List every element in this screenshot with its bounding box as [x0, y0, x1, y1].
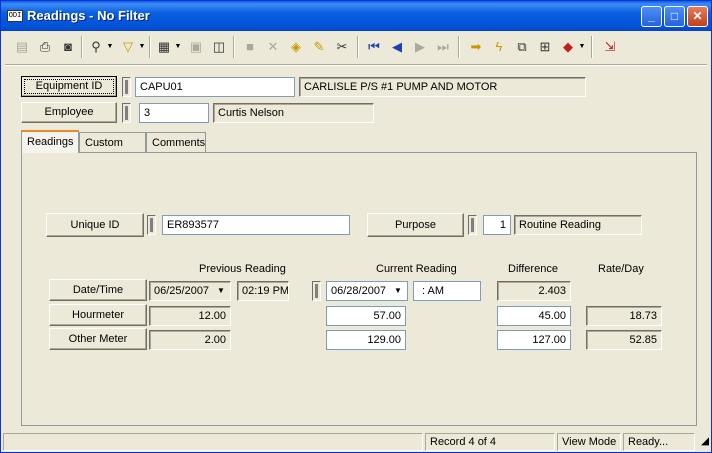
tab-comments[interactable]: Comments	[146, 132, 206, 152]
toolbar-separator	[233, 36, 235, 58]
hourmeter-rate: 18.73	[586, 306, 662, 326]
previous-date-value: 06/25/2007	[154, 285, 210, 297]
hourmeter-button[interactable]: Hourmeter	[49, 304, 147, 326]
app-icon: ODI	[7, 10, 23, 22]
new-record-icon[interactable]: ▤	[11, 36, 33, 58]
other-meter-previous: 2.00	[149, 330, 231, 350]
equipment-description: CARLISLE P/S #1 PUMP AND MOTOR	[299, 77, 586, 97]
unique-id-grip[interactable]	[147, 215, 156, 235]
books-icon[interactable]: ◆	[557, 36, 579, 58]
stack-icon[interactable]: ◈	[285, 36, 307, 58]
scissors-icon[interactable]: ✂	[331, 36, 353, 58]
print-icon[interactable]: ⎙	[34, 36, 56, 58]
copy-record-icon[interactable]: ▣	[185, 36, 207, 58]
previous-time-field: 02:19 PM	[237, 281, 289, 301]
current-date-dropdown-icon[interactable]: ▼	[391, 284, 405, 298]
other-meter-current-field[interactable]: 129.00	[326, 330, 406, 350]
window: ODI Readings - No Filter _ □ ✕ ▤ ⎙ ◙ ⚲ ▼…	[0, 0, 712, 453]
filter-icon[interactable]: ▽	[117, 36, 139, 58]
previous-record-icon[interactable]: ◀	[386, 36, 408, 58]
employee-id-field[interactable]: 3	[139, 103, 209, 123]
status-state: Ready...	[623, 433, 695, 451]
hourmeter-previous: 12.00	[149, 306, 231, 326]
find-dropdown-icon[interactable]: ▼	[106, 36, 114, 58]
current-time-field[interactable]: : AM	[413, 281, 481, 301]
toolbar-divider	[5, 64, 707, 66]
equipment-id-field[interactable]: CAPU01	[135, 77, 295, 97]
purpose-button[interactable]: Purpose	[367, 213, 464, 237]
previous-reading-header: Previous Reading	[199, 263, 286, 275]
print-preview-icon[interactable]: ◙	[57, 36, 79, 58]
equipment-id-button[interactable]: Equipment ID	[21, 76, 117, 97]
status-record: Record 4 of 4	[425, 433, 555, 451]
date-difference: 2.403	[497, 281, 571, 301]
minimize-button[interactable]: _	[641, 6, 662, 27]
delete-icon[interactable]: ✕	[262, 36, 284, 58]
purpose-grip[interactable]	[468, 215, 477, 235]
toolbar-separator	[458, 36, 460, 58]
other-meter-rate: 52.85	[586, 330, 662, 350]
toolbar: ▤ ⎙ ◙ ⚲ ▼ ▽ ▼ ▦ ▼ ▣ ◫ ■ ✕ ◈ ✎ ✂ ⏮ ◀ ▶ ⏭ …	[5, 33, 709, 61]
current-date-value: 06/28/2007	[331, 285, 387, 297]
unique-id-field[interactable]: ER893577	[162, 215, 350, 235]
previous-date-field: 06/25/2007 ▼	[149, 281, 231, 301]
status-bar: Record 4 of 4 View Mode Ready... ◢	[3, 432, 709, 452]
goto-arrow-icon[interactable]: ➡	[465, 36, 487, 58]
employee-lookup-grip[interactable]	[122, 103, 131, 123]
zoom-window-icon[interactable]: ⧉	[511, 36, 533, 58]
purpose-description: Routine Reading	[514, 215, 642, 235]
hourmeter-current-field[interactable]: 57.00	[326, 306, 406, 326]
status-empty-pane	[3, 433, 423, 451]
equipment-lookup-grip[interactable]	[122, 77, 131, 97]
hierarchy-icon[interactable]: ⊞	[534, 36, 556, 58]
next-record-icon[interactable]: ▶	[409, 36, 431, 58]
current-reading-header: Current Reading	[376, 263, 457, 275]
report-icon[interactable]: ▦	[153, 36, 175, 58]
exit-icon[interactable]: ⇲	[599, 36, 621, 58]
toolbar-separator	[591, 36, 593, 58]
other-meter-button[interactable]: Other Meter	[49, 328, 147, 350]
employee-name: Curtis Nelson	[213, 103, 374, 123]
window-title: Readings - No Filter	[27, 8, 150, 23]
last-record-icon[interactable]: ⏭	[432, 36, 454, 58]
difference-header: Difference	[508, 263, 558, 275]
rate-day-header: Rate/Day	[598, 263, 644, 275]
date-time-button[interactable]: Date/Time	[49, 279, 147, 301]
current-date-grip[interactable]	[312, 281, 321, 301]
other-meter-difference-field[interactable]: 127.00	[497, 330, 571, 350]
filter-dropdown-icon[interactable]: ▼	[138, 36, 146, 58]
title-bar[interactable]: ODI Readings - No Filter _ □ ✕	[1, 1, 711, 31]
resize-grip-icon[interactable]: ◢	[697, 433, 709, 451]
purpose-code-field[interactable]: 1	[483, 215, 511, 235]
current-date-field[interactable]: 06/28/2007 ▼	[326, 281, 408, 301]
status-mode: View Mode	[557, 433, 621, 451]
duplicate-icon[interactable]: ◫	[208, 36, 230, 58]
books-dropdown-icon[interactable]: ▼	[578, 36, 586, 58]
previous-date-dropdown-icon: ▼	[217, 286, 225, 295]
toolbar-separator	[81, 36, 83, 58]
save-icon[interactable]: ■	[239, 36, 261, 58]
maximize-button[interactable]: □	[664, 6, 685, 27]
toolbar-separator	[149, 36, 151, 58]
lightning-icon[interactable]: ϟ	[488, 36, 510, 58]
tab-readings[interactable]: Readings	[21, 130, 79, 153]
hourmeter-difference-field[interactable]: 45.00	[497, 306, 571, 326]
unique-id-button[interactable]: Unique ID	[46, 213, 144, 237]
find-icon[interactable]: ⚲	[85, 36, 107, 58]
toolbar-separator	[357, 36, 359, 58]
employee-button[interactable]: Employee	[21, 102, 117, 123]
report-dropdown-icon[interactable]: ▼	[174, 36, 182, 58]
close-button[interactable]: ✕	[687, 6, 708, 27]
edit-pencil-icon[interactable]: ✎	[308, 36, 330, 58]
tab-custom[interactable]: Custom	[79, 132, 146, 152]
first-record-icon[interactable]: ⏮	[363, 36, 385, 58]
